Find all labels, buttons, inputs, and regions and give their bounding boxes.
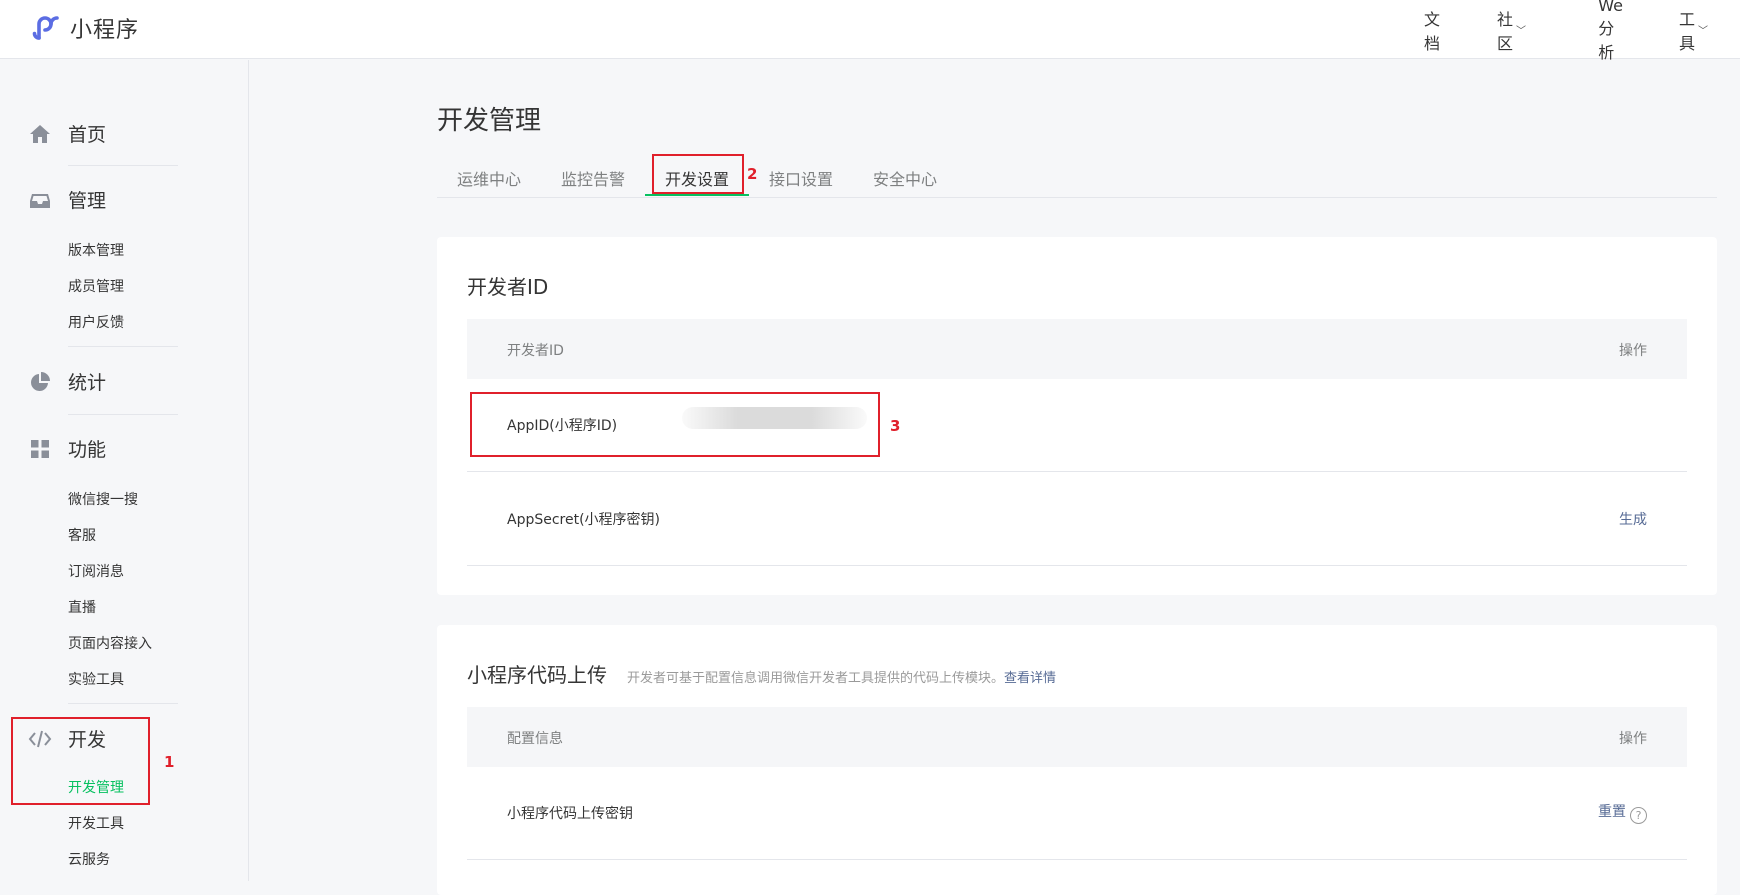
annotation-box-2 (652, 154, 744, 194)
divider (68, 703, 178, 704)
table-header: 配置信息 操作 (467, 707, 1687, 767)
col-header-name: 配置信息 (507, 731, 563, 747)
sidebar-item-customer-service[interactable]: 客服 (68, 525, 96, 545)
sidebar-item-experiment-tools[interactable]: 实验工具 (68, 669, 124, 689)
page-title: 开发管理 (437, 106, 542, 136)
pie-chart-icon (28, 370, 52, 394)
nav-tools[interactable]: 工具 ﹀ (1679, 6, 1708, 54)
col-header-action: 操作 (1619, 731, 1647, 747)
sidebar-item-user-feedback[interactable]: 用户反馈 (68, 312, 124, 332)
divider (68, 346, 178, 347)
nav-docs-label: 文档 (1423, 9, 1440, 53)
active-tab-indicator (645, 194, 749, 196)
sidebar-item-member-manage[interactable]: 成员管理 (68, 276, 124, 296)
reset-key-button[interactable]: 重置 (1598, 804, 1626, 820)
annotation-box-1 (11, 717, 150, 805)
sidebar-item-subscribe-message[interactable]: 订阅消息 (68, 561, 124, 581)
tab-bar: 运维中心 监控告警 开发设置 接口设置 安全中心 (437, 160, 1717, 198)
sidebar-item-label: 首页 (68, 124, 107, 146)
nav-community-label: 社区 (1496, 9, 1513, 53)
sidebar-item-label: 功能 (68, 439, 107, 461)
sidebar-item-version-manage[interactable]: 版本管理 (68, 240, 124, 260)
nav-we-analysis-label: We分析 (1598, 0, 1623, 62)
annotation-label-3: 3 (890, 417, 901, 435)
nav-docs[interactable]: 文档 (1424, 6, 1440, 54)
chevron-down-icon: ﹀ (1698, 26, 1708, 37)
inbox-icon (28, 188, 52, 212)
tab-ops-center[interactable]: 运维中心 (457, 166, 521, 190)
home-icon (28, 122, 52, 146)
table-row-upload-key: 小程序代码上传密钥 重置? (467, 767, 1687, 860)
appsecret-label: AppSecret(小程序密钥) (507, 512, 661, 528)
sidebar-item-label: 管理 (68, 190, 107, 212)
divider (68, 165, 178, 166)
miniprogram-logo-icon (32, 16, 59, 40)
nav-tools-label: 工具 (1678, 9, 1695, 53)
help-icon[interactable]: ? (1630, 807, 1647, 824)
sidebar-item-manage[interactable]: 管理 (28, 186, 106, 213)
sidebar-item-wechat-search[interactable]: 微信搜一搜 (68, 489, 138, 509)
card-title-row: 小程序代码上传 开发者可基于配置信息调用微信开发者工具提供的代码上传模块。查看详情 (467, 659, 1056, 688)
sidebar-item-stats[interactable]: 统计 (28, 368, 106, 395)
tab-security-center[interactable]: 安全中心 (873, 166, 937, 190)
generate-secret-button[interactable]: 生成 (1619, 509, 1647, 529)
card-description: 开发者可基于配置信息调用微信开发者工具提供的代码上传模块。查看详情 (627, 671, 1056, 686)
card-description-text: 开发者可基于配置信息调用微信开发者工具提供的代码上传模块。 (627, 671, 1005, 686)
table-row-appsecret: AppSecret(小程序密钥) 生成 (467, 472, 1687, 566)
tab-monitor-alert[interactable]: 监控告警 (561, 166, 625, 190)
grid-icon (28, 437, 52, 461)
sidebar-item-home[interactable]: 首页 (28, 120, 106, 147)
reset-key-action: 重置? (1598, 801, 1647, 824)
tab-api-settings[interactable]: 接口设置 (769, 166, 833, 190)
annotation-label-1: 1 (164, 753, 175, 771)
col-header-action: 操作 (1619, 343, 1647, 359)
sidebar-item-live[interactable]: 直播 (68, 597, 96, 617)
upload-key-label: 小程序代码上传密钥 (507, 806, 633, 822)
sidebar-item-label: 统计 (68, 372, 107, 394)
annotation-box-3 (470, 392, 880, 457)
top-bar: 小程序 文档 社区 ﹀ We分析 工具 ﹀ (0, 0, 1740, 62)
col-header-name: 开发者ID (507, 343, 564, 359)
card-title: 开发者ID (467, 275, 549, 299)
sidebar-item-page-content[interactable]: 页面内容接入 (68, 633, 152, 653)
divider (68, 414, 178, 415)
code-upload-card: 小程序代码上传 开发者可基于配置信息调用微信开发者工具提供的代码上传模块。查看详情… (437, 625, 1717, 895)
table-header: 开发者ID 操作 (467, 319, 1687, 379)
sidebar-item-features[interactable]: 功能 (28, 435, 106, 462)
nav-community[interactable]: 社区 ﹀ (1497, 6, 1526, 54)
sidebar-item-cloud-service[interactable]: 云服务 (68, 849, 110, 869)
logo-text: 小程序 (70, 18, 140, 43)
view-details-link[interactable]: 查看详情 (1004, 671, 1056, 686)
nav-we-analysis[interactable]: We分析 (1598, 0, 1623, 63)
logo[interactable]: 小程序 (30, 12, 139, 44)
chevron-down-icon: ﹀ (1516, 26, 1526, 37)
card-title: 小程序代码上传 (467, 663, 607, 687)
annotation-label-2: 2 (747, 165, 758, 183)
sidebar-item-dev-tools[interactable]: 开发工具 (68, 813, 124, 833)
